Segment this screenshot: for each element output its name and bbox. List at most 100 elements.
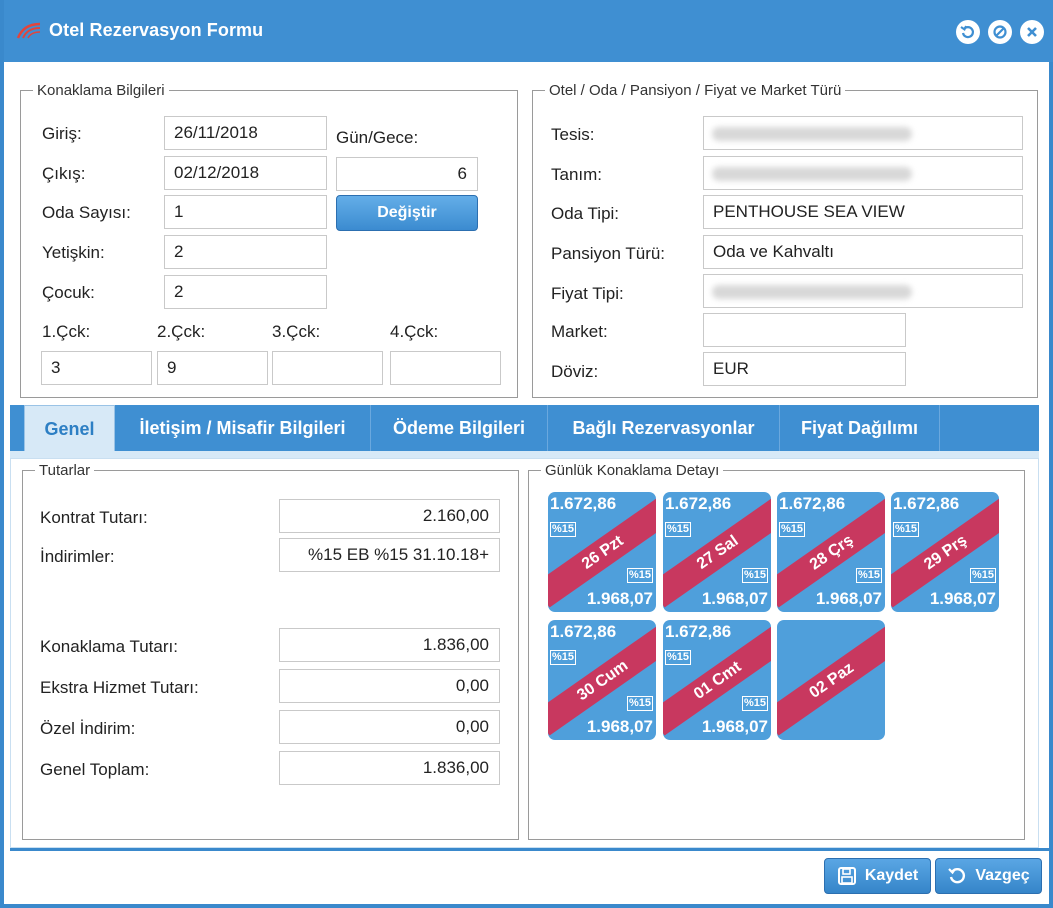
- day-tile[interactable]: 1.672,86 %15 29 Prş %15 1.968,07: [891, 492, 999, 612]
- nights-label: Gün/Gece:: [336, 128, 419, 147]
- save-button-label: Kaydet: [864, 867, 919, 884]
- child-age-4-input[interactable]: [390, 351, 501, 385]
- tab-bar: Genel İletişim / Misafir Bilgileri Ödeme…: [10, 405, 1039, 452]
- discount-badge: %15: [550, 522, 577, 537]
- save-button[interactable]: Kaydet: [824, 858, 931, 894]
- reservation-window: Otel Rezervasyon Formu Konaklama Bilgile…: [0, 0, 1053, 908]
- cancel-button[interactable]: Vazgeç: [935, 858, 1042, 894]
- children-label: Çocuk:: [42, 283, 95, 302]
- discount-badge: %15: [665, 522, 692, 537]
- discount-badge: %15: [855, 568, 882, 583]
- daily-detail-legend: Günlük Konaklama Detayı: [545, 462, 720, 479]
- adults-label: Yetişkin:: [42, 243, 105, 262]
- price-type-label: Fiyat Tipi:: [551, 284, 624, 303]
- window-title: Otel Rezervasyon Formu: [49, 20, 264, 40]
- board-type-input[interactable]: Oda ve Kahvaltı: [703, 235, 1023, 269]
- checkout-label: Çıkış:: [42, 164, 86, 183]
- stay-info-legend: Konaklama Bilgileri: [37, 82, 165, 99]
- child-age-1-input[interactable]: 3: [41, 351, 152, 385]
- tab-payment[interactable]: Ödeme Bilgileri: [371, 405, 548, 451]
- amounts-legend: Tutarlar: [39, 462, 91, 479]
- hotel-info-legend: Otel / Oda / Pansiyon / Fiyat ve Market …: [549, 82, 842, 99]
- contract-amount-label: Kontrat Tutarı:: [40, 508, 148, 527]
- rooms-label: Oda Sayısı:: [42, 203, 131, 222]
- adults-input[interactable]: 2: [164, 235, 327, 269]
- discount-badge: %15: [741, 696, 768, 711]
- extra-service-label: Ekstra Hizmet Tutarı:: [40, 678, 199, 697]
- discount-badge: %15: [969, 568, 996, 583]
- day-price: 1.672,86: [779, 494, 846, 513]
- special-discount-label: Özel İndirim:: [40, 719, 136, 738]
- day-ribbon: 02 Paz: [777, 626, 885, 736]
- change-button[interactable]: Değiştir: [336, 195, 478, 231]
- discount-badge: %15: [626, 696, 653, 711]
- market-input[interactable]: [703, 313, 906, 347]
- day-tile[interactable]: 1.672,86 %15 27 Sal %15 1.968,07: [663, 492, 771, 612]
- stay-amount-label: Konaklama Tutarı:: [40, 637, 178, 656]
- close-button[interactable]: [1020, 20, 1044, 44]
- price-type-input[interactable]: [703, 274, 1023, 308]
- title-bar[interactable]: Otel Rezervasyon Formu: [4, 0, 1053, 62]
- contract-amount-input[interactable]: 2.160,00: [279, 499, 500, 533]
- discounts-input[interactable]: %15 EB %15 31.10.18+: [279, 538, 500, 572]
- nights-input[interactable]: 6: [336, 157, 478, 191]
- discount-badge: %15: [741, 568, 768, 583]
- day-price: 1.672,86: [550, 494, 617, 513]
- room-type-input[interactable]: PENTHOUSE SEA VIEW: [703, 195, 1023, 229]
- room-type-label: Oda Tipi:: [551, 204, 620, 223]
- grand-total-input[interactable]: 1.836,00: [279, 751, 500, 785]
- day-gross-price: 1.968,07: [586, 589, 653, 608]
- checkin-date-input[interactable]: 26/11/2018: [164, 116, 327, 150]
- child-age-3-label: 3.Çck:: [272, 322, 321, 341]
- grand-total-label: Genel Toplam:: [40, 760, 150, 779]
- discount-badge: %15: [665, 650, 692, 665]
- day-gross-price: 1.968,07: [815, 589, 882, 608]
- day-gross-price: 1.968,07: [701, 717, 768, 736]
- discount-badge: %15: [626, 568, 653, 583]
- day-gross-price: 1.968,07: [929, 589, 996, 608]
- day-price: 1.672,86: [665, 622, 732, 641]
- discounts-label: İndirimler:: [40, 547, 115, 566]
- child-age-2-label: 2.Çck:: [157, 322, 206, 341]
- day-price: 1.672,86: [550, 622, 617, 641]
- save-icon: [837, 867, 856, 885]
- day-tile[interactable]: 1.672,86 %15 28 Çrş %15 1.968,07: [777, 492, 885, 612]
- discount-badge: %15: [779, 522, 806, 537]
- facility-input[interactable]: [703, 116, 1023, 150]
- tab-general[interactable]: Genel: [24, 405, 115, 452]
- day-price: 1.672,86: [665, 494, 732, 513]
- child-age-3-input[interactable]: [272, 351, 383, 385]
- definition-label: Tanım:: [551, 165, 603, 184]
- extra-service-input[interactable]: 0,00: [279, 669, 500, 703]
- market-label: Market:: [551, 322, 608, 341]
- restore-button[interactable]: [956, 20, 980, 44]
- board-type-label: Pansiyon Türü:: [551, 244, 666, 263]
- day-tile[interactable]: 1.672,86 %15 26 Pzt %15 1.968,07: [548, 492, 656, 612]
- special-discount-input[interactable]: 0,00: [279, 710, 500, 744]
- discount-badge: %15: [893, 522, 920, 537]
- tab-underline: [10, 451, 1039, 458]
- currency-input[interactable]: EUR: [703, 352, 906, 386]
- stay-amount-input[interactable]: 1.836,00: [279, 628, 500, 662]
- day-tile[interactable]: 02 Paz: [777, 620, 885, 740]
- child-age-2-input[interactable]: 9: [157, 351, 268, 385]
- rooms-input[interactable]: 1: [164, 195, 327, 229]
- discount-badge: %15: [550, 650, 577, 665]
- tab-price-distribution[interactable]: Fiyat Dağılımı: [780, 405, 940, 451]
- day-gross-price: 1.968,07: [586, 717, 653, 736]
- checkin-label: Giriş:: [42, 124, 82, 143]
- day-tile[interactable]: 1.672,86 %15 30 Cum %15 1.968,07: [548, 620, 656, 740]
- day-tile[interactable]: 1.672,86 %15 01 Cmt %15 1.968,07: [663, 620, 771, 740]
- definition-input[interactable]: [703, 156, 1023, 190]
- footer-divider: [10, 848, 1051, 851]
- app-logo-icon: [16, 22, 41, 39]
- tab-linked-reservations[interactable]: Bağlı Rezervasyonlar: [548, 405, 780, 451]
- tab-contact-guest[interactable]: İletişim / Misafir Bilgileri: [115, 405, 371, 451]
- day-gross-price: 1.968,07: [701, 589, 768, 608]
- currency-label: Döviz:: [551, 362, 599, 381]
- children-input[interactable]: 2: [164, 275, 327, 309]
- block-button[interactable]: [988, 20, 1012, 44]
- undo-icon: [948, 867, 966, 884]
- checkout-date-input[interactable]: 02/12/2018: [164, 156, 327, 190]
- child-age-1-label: 1.Çck:: [42, 322, 91, 341]
